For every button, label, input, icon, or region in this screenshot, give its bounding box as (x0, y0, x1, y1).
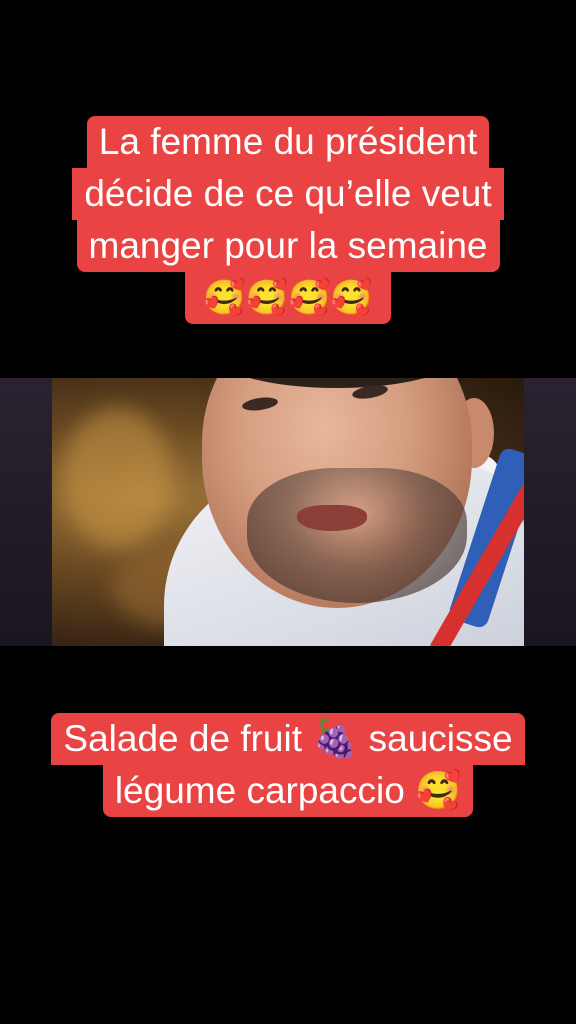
top-caption-line-3: manger pour la semaine (76, 220, 500, 272)
video-image-chef (52, 378, 524, 646)
bottom-caption: Salade de fruit 🍇 saucisse légume carpac… (0, 713, 576, 817)
bottom-caption-line-2: légume carpaccio 🥰 (102, 765, 474, 817)
video-frame[interactable] (0, 378, 576, 646)
top-caption-emoji: 🥰🥰🥰🥰 (185, 272, 391, 324)
bottom-caption-line-1: Salade de fruit 🍇 saucisse (51, 713, 525, 765)
top-caption: La femme du président décide de ce qu’el… (0, 116, 576, 324)
top-caption-line-1: La femme du président (86, 116, 490, 168)
beard (247, 468, 467, 603)
background-blur (62, 408, 172, 548)
top-caption-line-2: décide de ce qu’elle veut (72, 168, 504, 220)
mouth (297, 505, 367, 531)
video-pillarbox-left (0, 378, 52, 646)
video-pillarbox-right (524, 378, 576, 646)
